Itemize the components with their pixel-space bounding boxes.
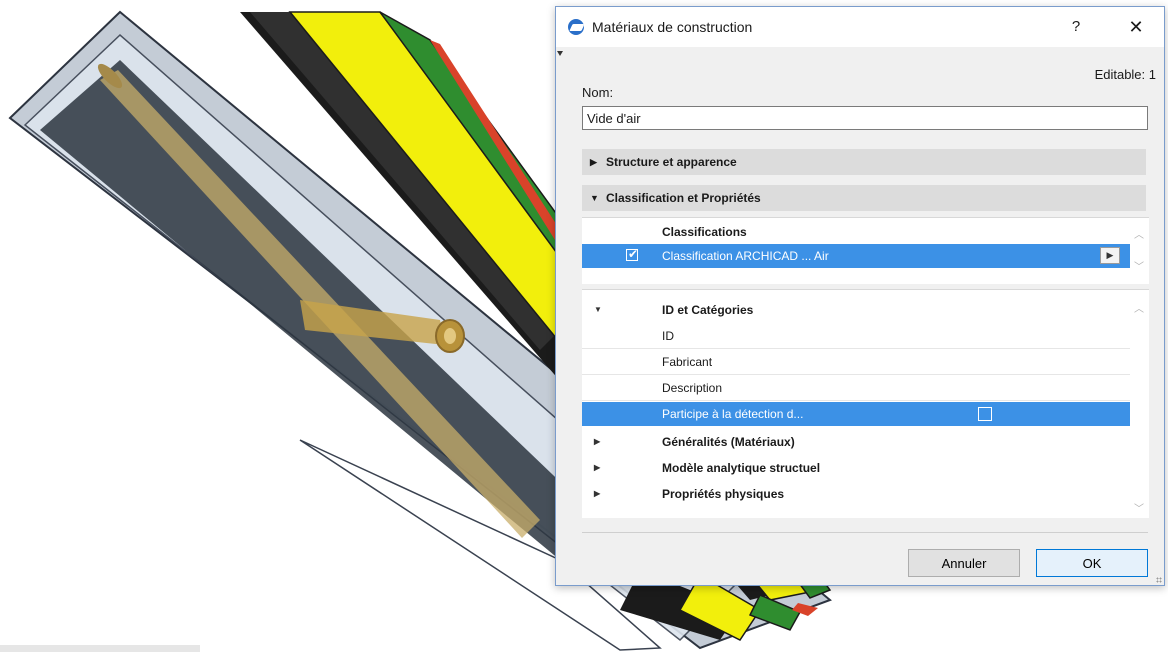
group-label: Modèle analytique structuel xyxy=(662,461,821,475)
property-group-generalites[interactable]: ▶ Généralités (Matériaux) xyxy=(582,430,1130,454)
classifications-header-label: Classifications xyxy=(662,225,747,239)
resize-grip-icon[interactable] xyxy=(1156,577,1162,583)
dialog-titlebar[interactable]: Matériaux de construction ? ✕ xyxy=(556,7,1164,47)
classification-row[interactable]: ✔ Classification ARCHICAD ... Air ▶ xyxy=(582,244,1130,268)
triangle-right-icon: ▶ xyxy=(594,437,601,446)
building-materials-dialog: Matériaux de construction ? ✕ Editable: … xyxy=(555,6,1165,586)
help-button[interactable]: ? xyxy=(1056,15,1096,39)
section-classification-properties[interactable]: ▼ Classification et Propriétés xyxy=(582,185,1146,211)
property-row[interactable]: Description xyxy=(582,376,1130,401)
cancel-button[interactable]: Annuler xyxy=(908,549,1020,577)
classifications-panel: Classifications ✔ Classification ARCHICA… xyxy=(582,217,1149,284)
triangle-down-icon: ▼ xyxy=(590,193,599,203)
property-checkbox[interactable] xyxy=(978,407,992,421)
archicad-app-icon xyxy=(568,19,584,35)
editable-count: Editable: 1 xyxy=(1094,67,1156,82)
properties-panel: ▼ ID et Catégories ID Fabricant Descript… xyxy=(582,289,1149,518)
property-label: Description xyxy=(662,381,723,395)
scroll-up-icon[interactable]: ︿ xyxy=(1134,300,1144,315)
dropdown-indicator-icon[interactable] xyxy=(557,51,563,56)
section-label: Classification et Propriétés xyxy=(606,191,761,205)
property-row[interactable]: ID xyxy=(582,324,1130,349)
scroll-down-icon[interactable]: ﹀ xyxy=(1134,500,1144,515)
name-input[interactable] xyxy=(582,106,1148,130)
property-group-id-categories[interactable]: ▼ ID et Catégories xyxy=(582,298,1130,322)
ok-button[interactable]: OK xyxy=(1036,549,1148,577)
triangle-down-icon: ▼ xyxy=(594,305,602,314)
section-label: Structure et apparence xyxy=(606,155,737,169)
scroll-down-icon[interactable]: ﹀ xyxy=(1134,258,1144,273)
property-label: Fabricant xyxy=(662,355,713,369)
property-group-physical[interactable]: ▶ Propriétés physiques xyxy=(582,482,1130,506)
classification-more-button[interactable]: ▶ xyxy=(1100,247,1120,264)
property-label: ID xyxy=(662,329,674,343)
group-label: Généralités (Matériaux) xyxy=(662,435,795,449)
property-group-structural-analytical[interactable]: ▶ Modèle analytique structuel xyxy=(582,456,1130,480)
triangle-right-icon: ▶ xyxy=(590,157,597,167)
classifications-header: Classifications xyxy=(582,220,1130,244)
scroll-up-icon[interactable]: ︿ xyxy=(1134,226,1144,241)
section-structure-appearance[interactable]: ▶ Structure et apparence xyxy=(582,149,1146,175)
classification-checkbox[interactable]: ✔ xyxy=(626,247,638,261)
property-row-selected[interactable]: Participe à la détection d... xyxy=(582,402,1130,426)
dialog-title: Matériaux de construction xyxy=(592,19,753,35)
triangle-right-icon: ▶ xyxy=(594,463,601,472)
footer-divider xyxy=(582,532,1148,533)
check-icon: ✔ xyxy=(628,247,639,261)
group-label: Propriétés physiques xyxy=(662,487,785,501)
group-label: ID et Catégories xyxy=(662,303,754,317)
name-label: Nom: xyxy=(582,85,614,100)
properties-scrollbar[interactable]: ︿ ﹀ xyxy=(1130,290,1148,518)
classifications-scrollbar[interactable]: ︿ ﹀ xyxy=(1130,218,1148,284)
classification-item-label: Classification ARCHICAD ... Air xyxy=(662,249,829,263)
close-button[interactable]: ✕ xyxy=(1116,15,1156,39)
property-label: Participe à la détection d... xyxy=(662,407,804,421)
property-row[interactable]: Fabricant xyxy=(582,350,1130,375)
triangle-right-icon: ▶ xyxy=(594,489,601,498)
